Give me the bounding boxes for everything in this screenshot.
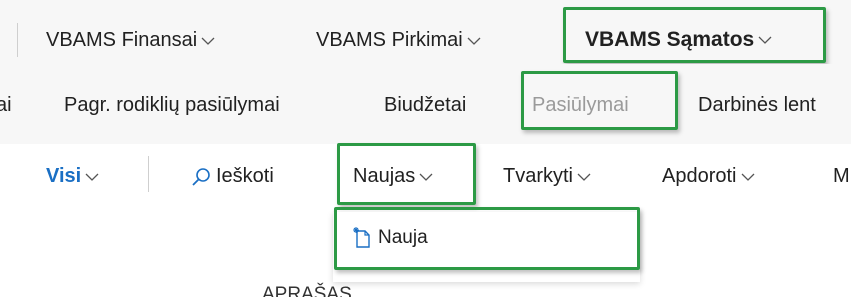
nav-item-label: VBAMS Finansai xyxy=(46,29,198,51)
sub-nav-item-pasiulymai[interactable]: Pasiūlymai xyxy=(532,94,629,117)
sub-nav-item-label: Pasiūlymai xyxy=(532,94,629,116)
more-button-partial[interactable]: M xyxy=(833,165,850,188)
more-label: M xyxy=(833,165,850,187)
search-button[interactable]: Ieškoti xyxy=(190,165,274,188)
manage-label: Tvarkyti xyxy=(503,165,573,187)
view-selector-visi[interactable]: Visi xyxy=(46,165,99,188)
sub-nav-item-partial[interactable]: ai xyxy=(0,94,12,117)
process-button[interactable]: Apdoroti xyxy=(662,165,755,188)
manage-button[interactable]: Tvarkyti xyxy=(503,165,591,188)
sub-nav-item-label: ai xyxy=(0,94,12,116)
chevron-down-icon xyxy=(419,170,433,184)
chevron-down-icon xyxy=(201,34,215,48)
sub-nav-item-pagr-rodikliu[interactable]: Pagr. rodiklių pasiūlymai xyxy=(64,94,280,117)
nav-item-vbams-finansai[interactable]: VBAMS Finansai xyxy=(46,29,215,52)
chevron-down-icon xyxy=(577,170,591,184)
sub-nav-item-biudzetai[interactable]: Biudžetai xyxy=(384,94,466,117)
search-icon xyxy=(190,166,212,188)
process-label: Apdoroti xyxy=(662,165,737,187)
chevron-down-icon xyxy=(741,170,755,184)
nav-divider xyxy=(17,23,18,57)
new-label: Naujas xyxy=(353,165,416,187)
sub-nav-item-label: Darbinės lent xyxy=(698,94,816,116)
app-window: VBAMS Finansai VBAMS Pirkimai VBAMS Sąma… xyxy=(0,0,851,297)
nav-item-vbams-pirkimai[interactable]: VBAMS Pirkimai xyxy=(316,29,481,52)
new-button[interactable]: Naujas xyxy=(353,165,433,188)
menu-item-label: Nauja xyxy=(378,227,428,248)
menu-item-nauja[interactable]: Nauja xyxy=(352,227,428,249)
toolbar-divider xyxy=(148,156,149,192)
new-document-icon xyxy=(352,227,372,249)
chevron-down-icon xyxy=(758,33,772,47)
sub-nav-item-label: Pagr. rodiklių pasiūlymai xyxy=(64,94,280,116)
nav-item-label: VBAMS Sąmatos xyxy=(585,28,755,51)
view-label: Visi xyxy=(46,165,82,187)
nav-item-label: VBAMS Pirkimai xyxy=(316,29,463,51)
sub-nav-item-darbines[interactable]: Darbinės lent xyxy=(698,94,816,117)
nav-item-vbams-samatos[interactable]: VBAMS Sąmatos xyxy=(585,28,772,52)
chevron-down-icon xyxy=(85,170,99,184)
search-label: Ieškoti xyxy=(216,165,274,187)
sub-nav-bar: ai Pagr. rodiklių pasiūlymai Biudžetai P… xyxy=(0,64,851,144)
top-nav-bar: VBAMS Finansai VBAMS Pirkimai VBAMS Sąma… xyxy=(0,0,851,64)
sub-nav-item-label: Biudžetai xyxy=(384,94,467,116)
column-header-partial: APRAŠAS xyxy=(262,284,352,297)
chevron-down-icon xyxy=(467,34,481,48)
